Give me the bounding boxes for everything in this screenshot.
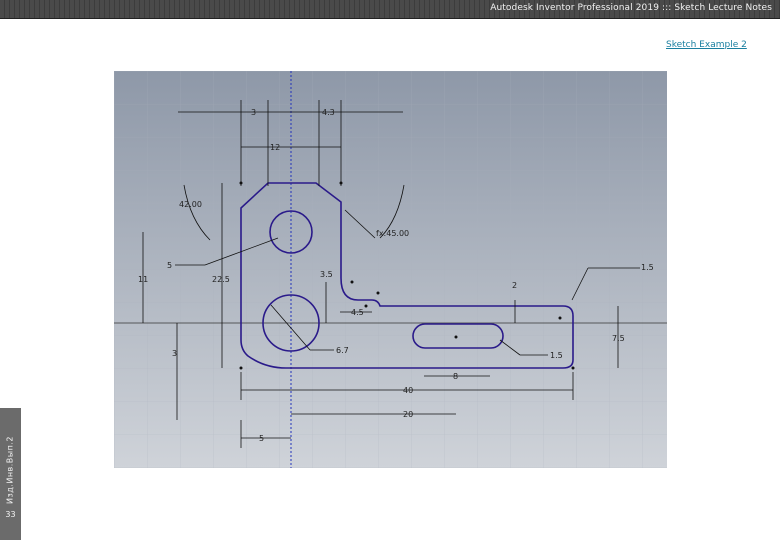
dim-20: 20 — [403, 410, 413, 419]
dim-3: 3 — [251, 108, 256, 117]
sketch-canvas[interactable]: 3 4.3 12 42.00 5 fx:45.00 11 22.5 3.5 4.… — [114, 71, 667, 468]
dim-6-7: 6.7 — [336, 346, 349, 355]
page-number: 33 — [5, 510, 16, 519]
header-title: Autodesk Inventor Professional 2019 ::: … — [490, 3, 772, 13]
dim-40: 40 — [403, 386, 413, 395]
dim-1-5-slot: 1.5 — [550, 351, 563, 360]
dim-2: 2 — [512, 281, 517, 290]
dim-fx45: fx:45.00 — [376, 229, 409, 238]
dim-8: 8 — [453, 372, 458, 381]
dim-42: 42.00 — [179, 200, 202, 209]
top-header-bar: Autodesk Inventor Professional 2019 ::: … — [0, 0, 780, 19]
dim-11: 11 — [138, 275, 148, 284]
dim-7-5: 7.5 — [612, 334, 625, 343]
dim-22-5: 22.5 — [212, 275, 230, 284]
dim-4-3: 4.3 — [322, 108, 335, 117]
dim-3-5: 3.5 — [320, 270, 333, 279]
dim-4-5: 4.5 — [351, 308, 364, 317]
dim-1-5-top: 1.5 — [641, 263, 654, 272]
sketch-example-link[interactable]: Sketch Example 2 — [666, 40, 747, 50]
dim-12: 12 — [270, 143, 280, 152]
dim-3-bottom: 3 — [172, 349, 177, 358]
side-tab-label: Изд.Инв.Вып.2 — [5, 436, 15, 504]
dim-5-left: 5 — [167, 261, 172, 270]
dim-5-bottom: 5 — [259, 434, 264, 443]
